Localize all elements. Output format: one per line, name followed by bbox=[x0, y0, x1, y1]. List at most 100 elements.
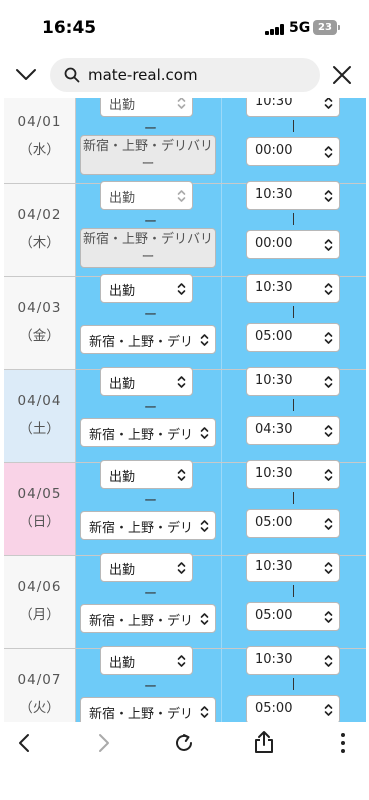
shift-type-value: 出勤 bbox=[109, 191, 136, 206]
time-separator bbox=[293, 492, 294, 504]
shift-type-select[interactable]: 出勤 bbox=[100, 367, 193, 396]
select-arrows-icon bbox=[177, 655, 186, 667]
area-select[interactable]: 新宿・上野・デリバ bbox=[80, 325, 216, 354]
shift-type-select[interactable]: 出勤 bbox=[100, 553, 193, 582]
schedule-row: 04/01 （水） 出勤 ー 新宿・上野・デリバリー 10:30 00:00 bbox=[4, 98, 366, 184]
end-time-select[interactable]: 05:00 bbox=[246, 695, 340, 722]
start-time-value: 10:30 bbox=[255, 187, 293, 202]
end-time-select[interactable]: 05:00 bbox=[246, 509, 340, 538]
close-icon[interactable] bbox=[331, 64, 353, 86]
more-icon[interactable] bbox=[338, 732, 348, 754]
start-time-value: 10:30 bbox=[255, 98, 293, 109]
start-time-select[interactable]: 10:30 bbox=[246, 460, 340, 489]
schedule-row: 04/04 （土） 出勤 ー 新宿・上野・デリバ 10:30 bbox=[4, 367, 366, 463]
forward-icon[interactable] bbox=[92, 732, 114, 754]
separator-dash: ー bbox=[144, 587, 158, 602]
time-cell: 10:30 04:30 bbox=[222, 367, 366, 462]
area-select-value: 新宿・上野・デリバ bbox=[89, 521, 193, 536]
weekday-label: （水） bbox=[19, 142, 60, 158]
select-arrows-icon bbox=[324, 704, 333, 716]
schedule-row: 04/05 （日） 出勤 ー 新宿・上野・デリバ 10:30 bbox=[4, 460, 366, 556]
select-arrows-icon bbox=[324, 283, 333, 295]
area-select[interactable]: 新宿・上野・デリバ bbox=[80, 604, 216, 633]
shift-type-select[interactable]: 出勤 bbox=[100, 646, 193, 675]
date-label: 04/01 bbox=[17, 114, 62, 130]
select-arrows-icon bbox=[324, 376, 333, 388]
shift-type-select[interactable]: 出勤 bbox=[100, 274, 193, 303]
shift-type-select[interactable]: 出勤 bbox=[100, 460, 193, 489]
start-time-select[interactable]: 10:30 bbox=[246, 367, 340, 396]
shift-type-select: 出勤 bbox=[100, 181, 193, 210]
select-arrows-icon bbox=[324, 562, 333, 574]
area-select-value: 新宿・上野・デリバ bbox=[89, 335, 193, 350]
start-time-select[interactable]: 10:30 bbox=[246, 553, 340, 582]
date-label: 04/05 bbox=[17, 486, 62, 502]
area-select-value: 新宿・上野・デリバリー bbox=[82, 139, 213, 172]
shift-cell: 出勤 ー 新宿・上野・デリバリー bbox=[76, 98, 222, 183]
select-arrows-icon bbox=[177, 283, 186, 295]
weekday-label: （日） bbox=[19, 514, 60, 530]
shift-cell: 出勤 ー 新宿・上野・デリバ bbox=[76, 274, 222, 369]
time-separator bbox=[293, 306, 294, 318]
url-text: mate-real.com bbox=[88, 66, 198, 84]
time-separator bbox=[293, 678, 294, 690]
time-separator bbox=[293, 585, 294, 597]
shift-cell: 出勤 ー 新宿・上野・デリバリー bbox=[76, 181, 222, 276]
end-time-select[interactable]: 00:00 bbox=[246, 137, 340, 166]
start-time-select[interactable]: 10:30 bbox=[246, 646, 340, 675]
area-select[interactable]: 新宿・上野・デリバ bbox=[80, 697, 216, 722]
weekday-label: （木） bbox=[19, 235, 60, 251]
select-arrows-icon bbox=[324, 425, 333, 437]
area-select-value: 新宿・上野・デリバ bbox=[89, 428, 193, 443]
end-time-select[interactable]: 00:00 bbox=[246, 230, 340, 259]
date-label: 04/03 bbox=[17, 300, 62, 316]
shift-type-value: 出勤 bbox=[109, 656, 136, 671]
start-time-select[interactable]: 10:30 bbox=[246, 98, 340, 117]
select-arrows-icon bbox=[200, 427, 209, 439]
share-icon[interactable] bbox=[253, 730, 275, 754]
start-time-select[interactable]: 10:30 bbox=[246, 181, 340, 210]
chevron-down-icon[interactable] bbox=[14, 62, 38, 86]
separator-dash: ー bbox=[144, 401, 158, 416]
select-arrows-icon bbox=[200, 613, 209, 625]
select-arrows-icon bbox=[324, 146, 333, 158]
area-select[interactable]: 新宿・上野・デリバ bbox=[80, 511, 216, 540]
select-arrows-icon bbox=[200, 520, 209, 532]
time-separator bbox=[293, 120, 294, 132]
status-bar: 16:45 5G 23 bbox=[0, 0, 369, 52]
time-cell: 10:30 00:00 bbox=[222, 181, 366, 276]
start-time-value: 10:30 bbox=[255, 652, 293, 667]
date-cell: 04/06 （月） bbox=[4, 556, 76, 648]
end-time-select[interactable]: 04:30 bbox=[246, 416, 340, 445]
status-time: 16:45 bbox=[42, 18, 97, 38]
date-cell: 04/02 （木） bbox=[4, 184, 76, 276]
area-select[interactable]: 新宿・上野・デリバ bbox=[80, 418, 216, 447]
select-arrows-icon bbox=[200, 334, 209, 346]
select-arrows-icon bbox=[324, 239, 333, 251]
reload-icon[interactable] bbox=[173, 732, 195, 754]
shift-type-value: 出勤 bbox=[109, 470, 136, 485]
start-time-value: 10:30 bbox=[255, 559, 293, 574]
start-time-value: 10:30 bbox=[255, 280, 293, 295]
select-arrows-icon bbox=[177, 469, 186, 481]
weekday-label: （月） bbox=[19, 607, 60, 623]
end-time-select[interactable]: 05:00 bbox=[246, 323, 340, 352]
select-arrows-icon bbox=[324, 655, 333, 667]
shift-type-value: 出勤 bbox=[109, 563, 136, 578]
shift-type-value: 出勤 bbox=[109, 98, 136, 113]
separator-dash: ー bbox=[144, 680, 158, 695]
end-time-select[interactable]: 05:00 bbox=[246, 602, 340, 631]
address-bar[interactable]: mate-real.com bbox=[50, 58, 320, 92]
separator-dash: ー bbox=[144, 494, 158, 509]
date-label: 04/07 bbox=[17, 672, 62, 688]
area-select-value: 新宿・上野・デリバ bbox=[89, 614, 193, 629]
start-time-select[interactable]: 10:30 bbox=[246, 274, 340, 303]
select-arrows-icon bbox=[324, 332, 333, 344]
weekday-label: （金） bbox=[19, 328, 60, 344]
shift-cell: 出勤 ー 新宿・上野・デリバ bbox=[76, 367, 222, 462]
schedule-row: 04/02 （木） 出勤 ー 新宿・上野・デリバリー 10:30 00:00 bbox=[4, 181, 366, 277]
time-separator bbox=[293, 399, 294, 411]
separator-dash: ー bbox=[144, 308, 158, 323]
schedule-row: 04/06 （月） 出勤 ー 新宿・上野・デリバ 10:30 bbox=[4, 553, 366, 649]
back-icon[interactable] bbox=[14, 732, 36, 754]
